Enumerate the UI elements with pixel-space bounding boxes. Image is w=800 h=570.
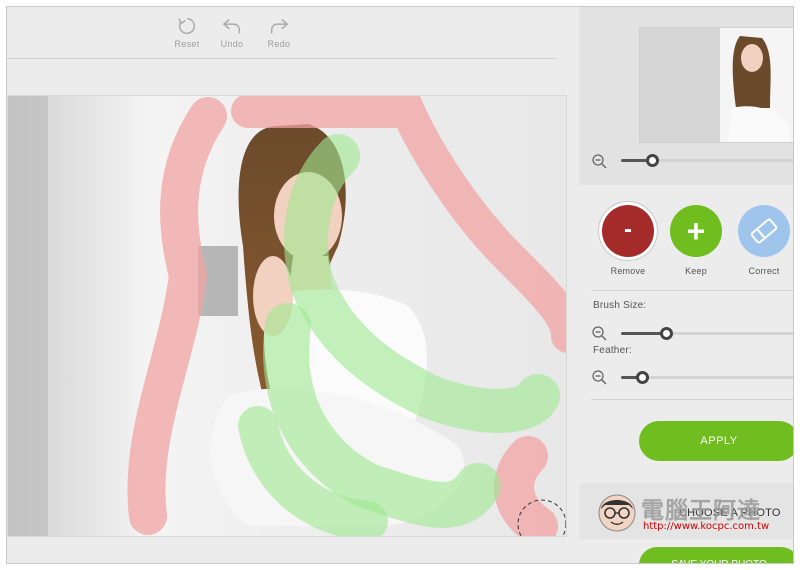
editor-area: Reset Undo Redo	[7, 7, 578, 563]
remove-mode-button[interactable]: - Remove	[601, 205, 655, 276]
preview-thumbnail	[639, 27, 793, 143]
app-window: Reset Undo Redo - Remove + Keep Correct …	[6, 6, 794, 564]
feather-label: Feather:	[593, 345, 632, 356]
keep-label: Keep	[685, 266, 707, 276]
preview-zoom-handle[interactable]	[646, 154, 660, 167]
photo-illustration	[8, 96, 566, 536]
eraser-glyph	[750, 218, 778, 244]
undo-icon	[222, 19, 241, 34]
reset-icon	[178, 17, 195, 35]
panel-divider-2	[591, 399, 793, 400]
watermark-brand: 電腦王阿達	[641, 498, 761, 524]
correct-mode-button[interactable]: Correct	[737, 205, 791, 276]
brush-size-slider[interactable]	[621, 327, 793, 340]
redo-label: Redo	[267, 39, 291, 49]
toolbar: Reset Undo Redo	[7, 7, 578, 59]
reset-label: Reset	[174, 39, 200, 49]
brush-size-label: Brush Size:	[593, 300, 647, 311]
undo-button[interactable]: Undo	[212, 15, 252, 49]
remove-icon: -	[602, 205, 654, 257]
undo-label: Undo	[220, 39, 244, 49]
redo-button[interactable]: Redo	[259, 15, 299, 49]
keep-symbol: +	[686, 213, 706, 249]
preview-image	[640, 28, 793, 142]
correct-label: Correct	[748, 266, 780, 276]
remove-label: Remove	[610, 266, 646, 276]
keep-icon: +	[670, 205, 722, 257]
eraser-icon	[738, 205, 790, 257]
watermark-url: http://www.kocpc.com.tw	[643, 521, 770, 532]
preview-section	[579, 7, 793, 185]
reset-button[interactable]: Reset	[167, 15, 207, 49]
feather-row	[591, 367, 793, 387]
photo-canvas[interactable]	[7, 95, 567, 537]
feather-handle[interactable]	[635, 371, 649, 384]
brush-size-decrease-icon[interactable]	[591, 325, 607, 341]
apply-button[interactable]: APPLY	[639, 421, 793, 461]
redo-icon	[270, 19, 289, 34]
tools-panel: - Remove + Keep Correct Brush Size: Feat…	[579, 7, 793, 563]
brush-size-handle[interactable]	[660, 327, 674, 340]
save-photo-button[interactable]: SAVE YOUR PHOTO	[639, 547, 793, 563]
preview-zoom-slider[interactable]	[621, 154, 793, 167]
feather-slider[interactable]	[621, 371, 793, 384]
toolbar-divider	[7, 58, 557, 59]
zoom-out-icon[interactable]	[591, 153, 607, 169]
watermark: 電腦王阿達 http://www.kocpc.com.tw	[595, 491, 793, 541]
preview-zoom-row	[591, 151, 793, 173]
feather-decrease-icon[interactable]	[591, 369, 607, 385]
watermark-mascot-icon	[598, 494, 636, 532]
remove-symbol: -	[624, 216, 632, 243]
panel-divider	[591, 290, 793, 291]
brush-size-row	[591, 323, 793, 343]
keep-mode-button[interactable]: + Keep	[669, 205, 723, 276]
